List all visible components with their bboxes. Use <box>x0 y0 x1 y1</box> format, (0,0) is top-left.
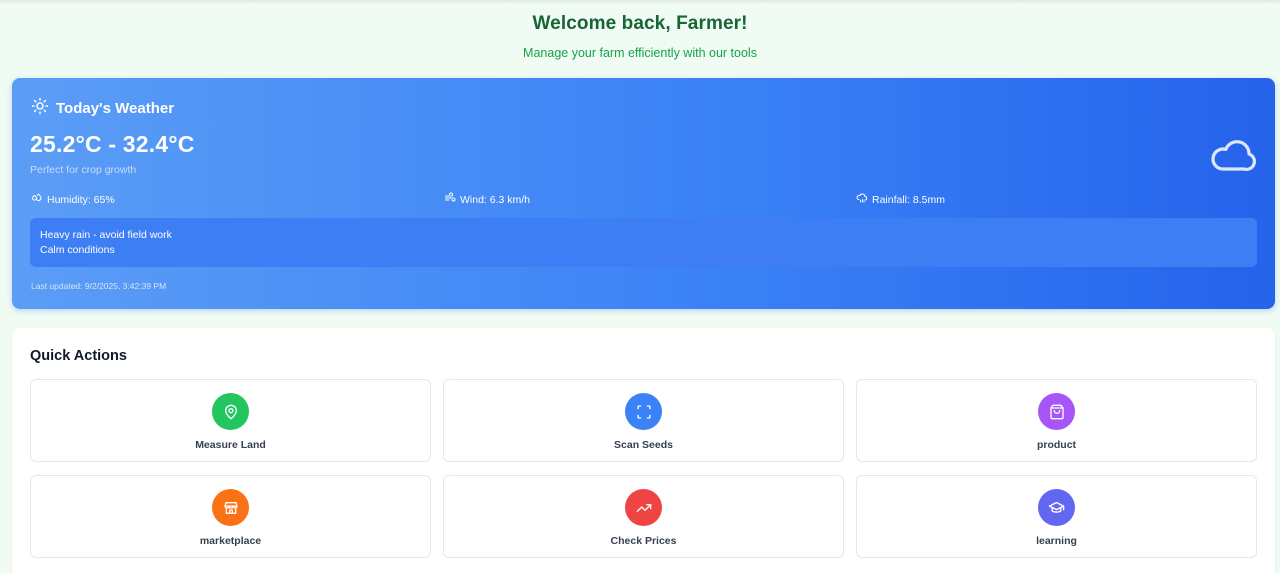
measure-land-button[interactable]: Measure Land <box>30 379 431 462</box>
droplets-icon <box>31 192 43 207</box>
tile-label: Measure Land <box>195 439 266 451</box>
product-button[interactable]: product <box>856 379 1257 462</box>
store-icon <box>212 489 249 526</box>
tile-label: marketplace <box>199 535 262 547</box>
tile-label: Scan Seeds <box>614 439 673 451</box>
tile-label: Check Prices <box>610 535 677 547</box>
humidity-stat: Humidity: 65% <box>31 192 115 207</box>
marketplace-button[interactable]: marketplace <box>30 475 431 558</box>
advisory-line: Heavy rain - avoid field work <box>40 229 172 241</box>
sun-icon <box>31 97 49 120</box>
cloud-rain-icon <box>856 192 868 207</box>
page-subtitle: Manage your farm efficiently with our to… <box>523 46 757 60</box>
quick-actions-card: Quick Actions Measure Land Scan Seeds pr… <box>12 328 1275 573</box>
last-updated: Last updated: 9/2/2025, 3:42:39 PM <box>31 281 167 291</box>
quick-actions-title: Quick Actions <box>30 348 127 364</box>
weather-title: Today's Weather <box>56 100 175 117</box>
humidity-label: Humidity: 65% <box>47 193 115 206</box>
advisory-line: Calm conditions <box>40 244 115 256</box>
graduation-cap-icon <box>1038 489 1075 526</box>
scan-seeds-button[interactable]: Scan Seeds <box>443 379 844 462</box>
top-shadow <box>0 0 1280 4</box>
temperature-range: 25.2°C - 32.4°C <box>30 131 195 157</box>
map-pin-icon <box>212 393 249 430</box>
shopping-bag-icon <box>1038 393 1075 430</box>
learning-button[interactable]: learning <box>856 475 1257 558</box>
page-title: Welcome back, Farmer! <box>532 13 748 34</box>
weather-title-row: Today's Weather <box>31 97 174 120</box>
welcome-header: Welcome back, Farmer! Manage your farm e… <box>0 13 1280 60</box>
weather-advisory: Heavy rain - avoid field work Calm condi… <box>30 218 1257 267</box>
cloud-icon <box>1209 135 1257 180</box>
rainfall-label: Rainfall: 8.5mm <box>872 193 945 206</box>
trending-up-icon <box>625 489 662 526</box>
tile-label: product <box>1036 439 1077 451</box>
check-prices-button[interactable]: Check Prices <box>443 475 844 558</box>
condition-note: Perfect for crop growth <box>30 164 137 176</box>
wind-label: Wind: 6.3 km/h <box>460 193 531 206</box>
wind-icon <box>444 192 456 207</box>
scan-icon <box>625 393 662 430</box>
rainfall-stat: Rainfall: 8.5mm <box>856 192 945 207</box>
tile-label: learning <box>1036 535 1077 547</box>
wind-stat: Wind: 6.3 km/h <box>444 192 530 207</box>
weather-card: Today's Weather 25.2°C - 32.4°C Perfect … <box>12 78 1275 309</box>
